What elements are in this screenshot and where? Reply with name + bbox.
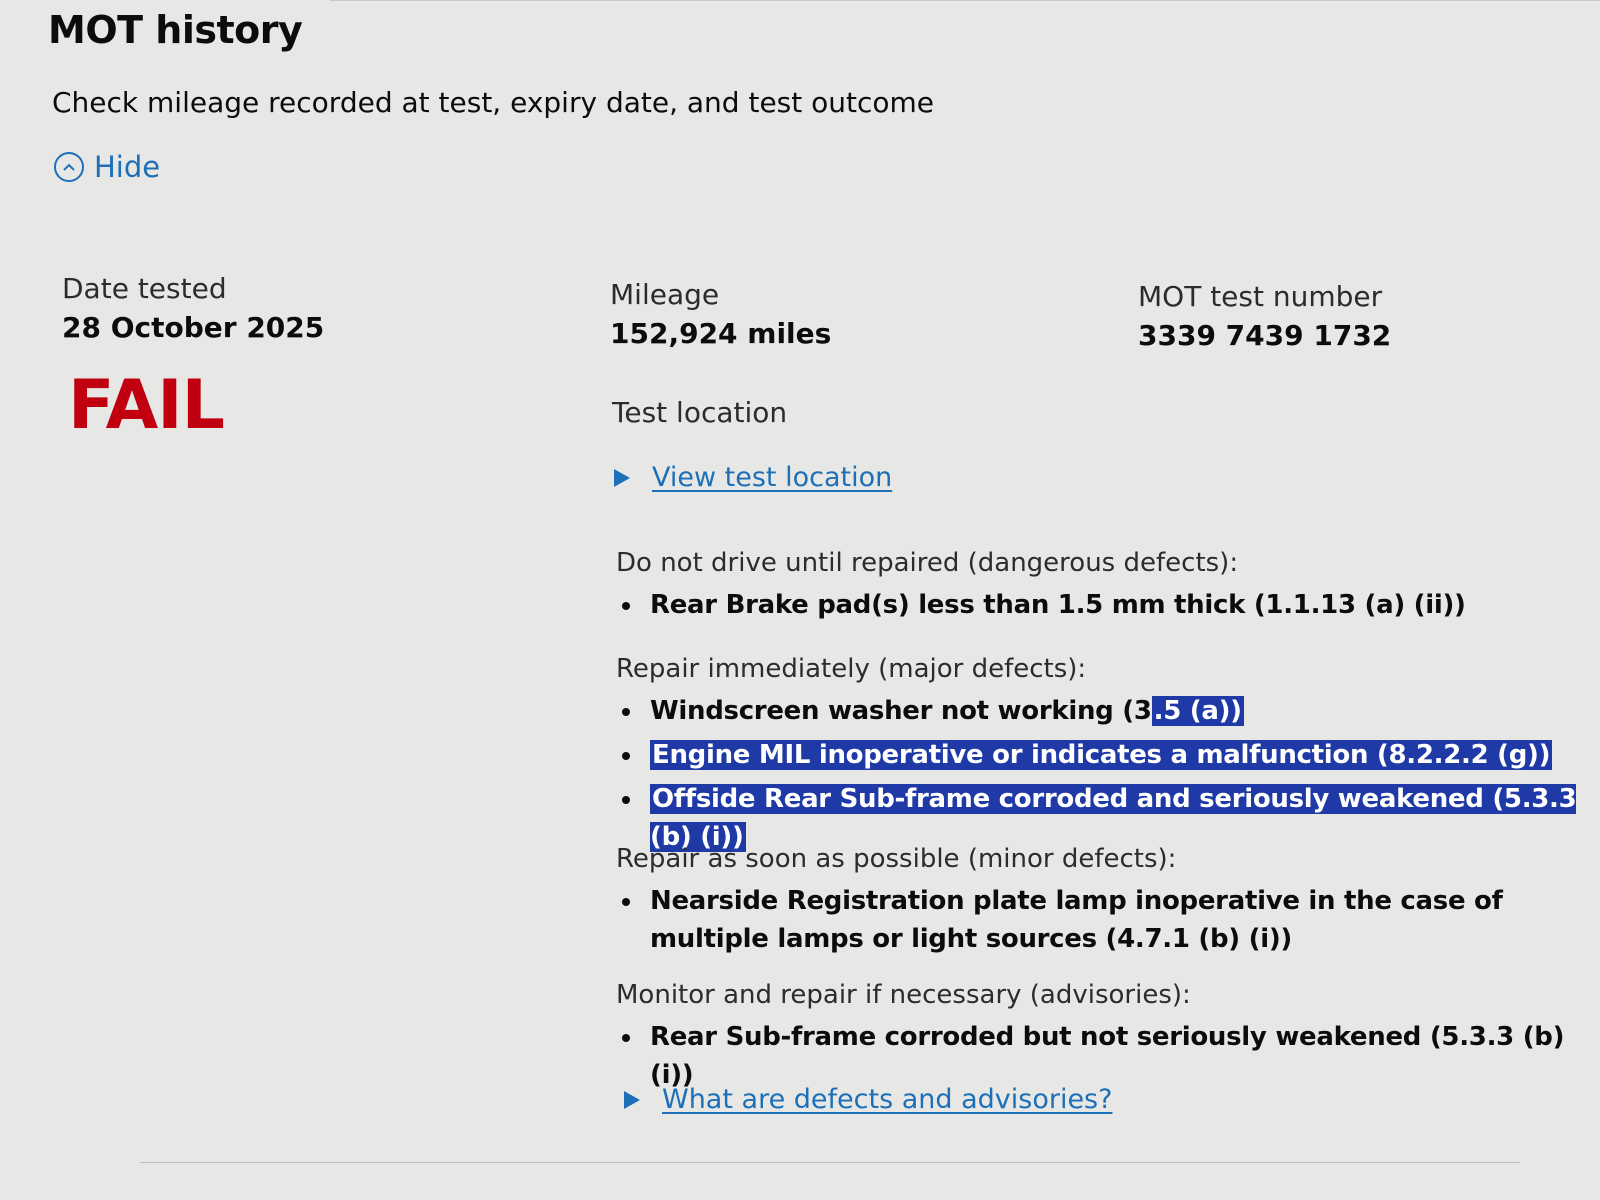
date-tested-block: Date tested 28 October 2025 [62, 272, 324, 344]
section-title: MOT history [48, 8, 303, 52]
list-item: Nearside Registration plate lamp inopera… [616, 882, 1516, 958]
view-test-location-link[interactable]: View test location [614, 462, 892, 493]
list-item: Windscreen washer not working (3.5 (a)) [616, 692, 1600, 730]
mileage-label: Mileage [610, 278, 720, 311]
test-number-label: MOT test number [1138, 280, 1383, 313]
text-selection: Engine MIL inoperative or indicates a ma… [650, 740, 1553, 770]
minor-defects-heading: Repair as soon as possible (minor defect… [616, 844, 1177, 874]
test-number-value: 3339 7439 1732 [1138, 319, 1392, 352]
minor-defects-group: Repair as soon as possible (minor defect… [616, 844, 1516, 964]
defects-help-link[interactable]: What are defects and advisories? [624, 1084, 1112, 1115]
hide-toggle-button[interactable]: Hide [54, 150, 160, 184]
date-tested-value: 28 October 2025 [62, 311, 325, 344]
view-test-location-text[interactable]: View test location [652, 462, 892, 493]
date-tested-label: Date tested [62, 272, 227, 305]
list-item: Rear Sub-frame corroded but not seriousl… [616, 1018, 1600, 1094]
advisories-group: Monitor and repair if necessary (advisor… [616, 980, 1600, 1100]
dangerous-defects-group: Do not drive until repaired (dangerous d… [616, 548, 1466, 630]
list-item: Engine MIL inoperative or indicates a ma… [616, 736, 1600, 774]
section-lede: Check mileage recorded at test, expiry d… [52, 86, 935, 119]
chevron-up-circle-icon [54, 152, 84, 182]
defects-help-text[interactable]: What are defects and advisories? [662, 1084, 1112, 1115]
dangerous-defects-heading: Do not drive until repaired (dangerous d… [616, 548, 1239, 578]
top-divider [330, 0, 1600, 1]
test-number-block: MOT test number 3339 7439 1732 [1138, 280, 1391, 352]
triangle-right-icon [624, 1090, 640, 1109]
major-defects-group: Repair immediately (major defects): Wind… [616, 654, 1600, 862]
bottom-divider [140, 1162, 1520, 1163]
text-selection: .5 (a)) [1151, 696, 1244, 726]
text-selection: Offside Rear Sub-frame corroded and seri… [650, 784, 1577, 852]
mot-history-page: MOT history Check mileage recorded at te… [0, 0, 1600, 1200]
mileage-block: Mileage 152,924 miles [610, 278, 831, 350]
advisories-heading: Monitor and repair if necessary (advisor… [616, 980, 1191, 1010]
hide-label: Hide [94, 150, 161, 184]
test-location-label: Test location [612, 396, 788, 429]
major-defects-heading: Repair immediately (major defects): [616, 654, 1087, 684]
triangle-right-icon [614, 468, 630, 487]
mileage-value: 152,924 miles [610, 317, 832, 350]
test-result-badge: FAIL [68, 366, 225, 445]
list-item: Rear Brake pad(s) less than 1.5 mm thick… [616, 586, 1466, 624]
